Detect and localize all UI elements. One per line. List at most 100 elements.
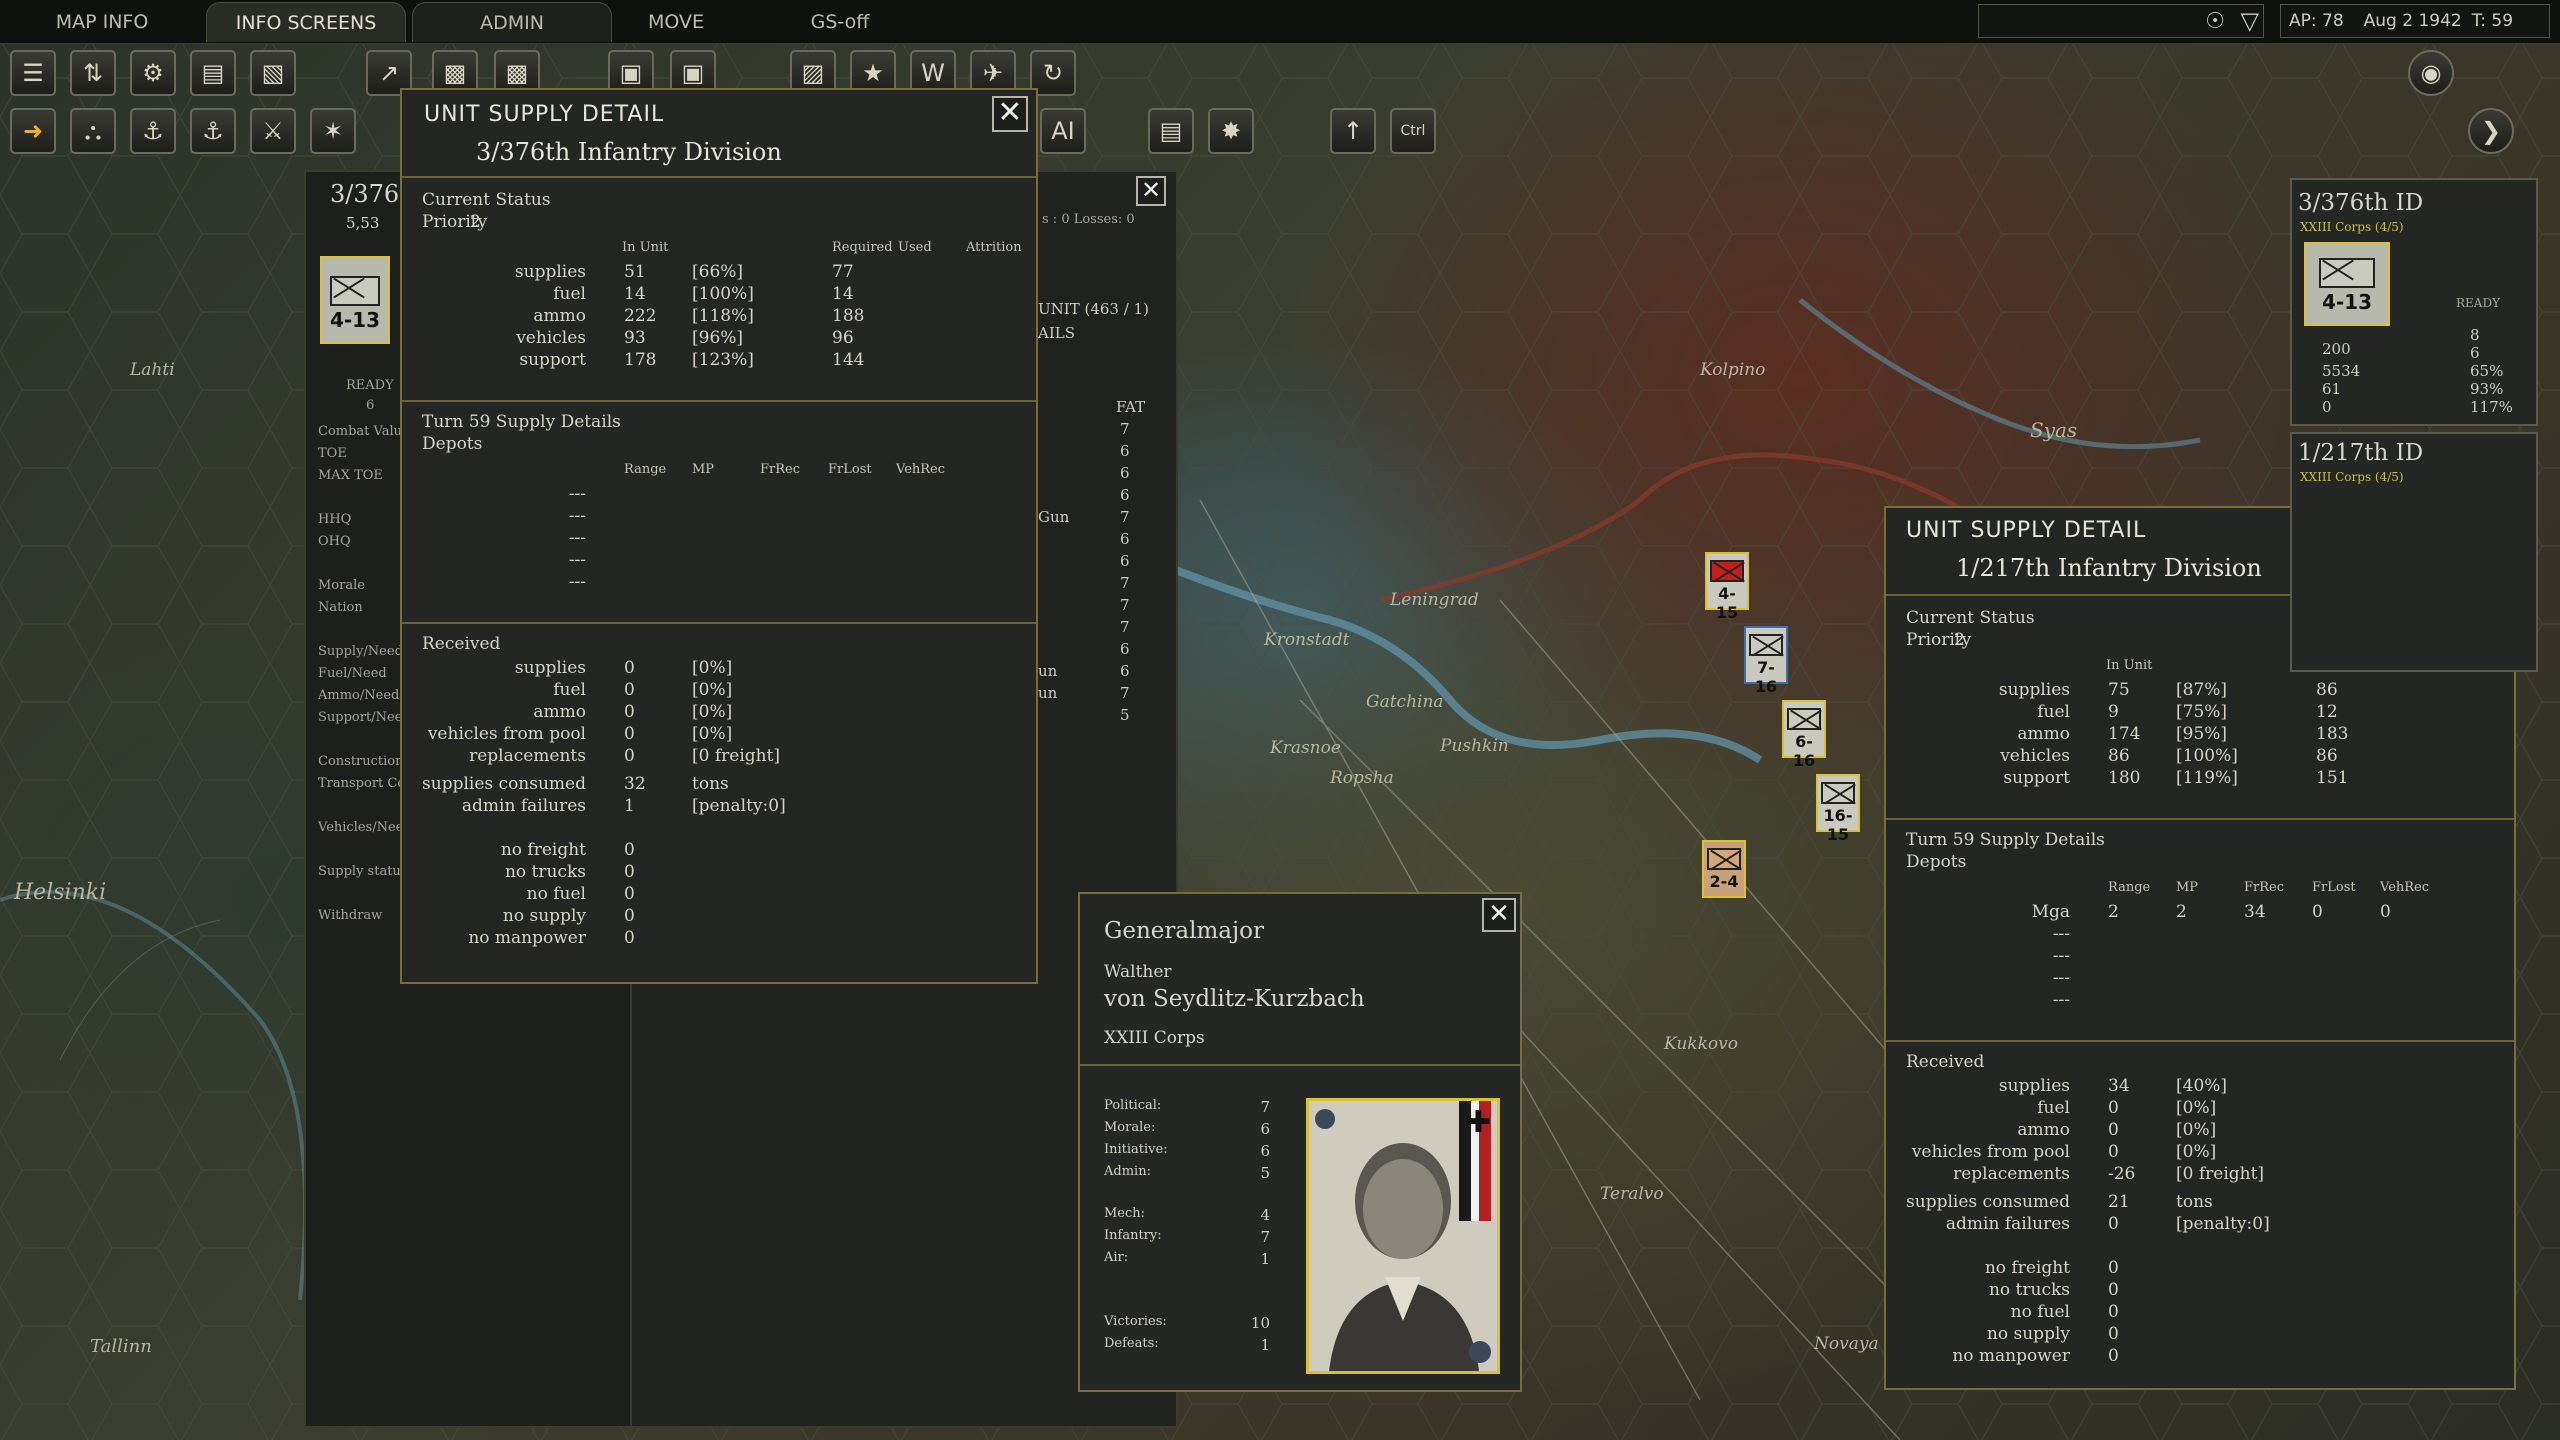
ship-icon[interactable]: ⚓ (190, 108, 236, 154)
unit-counter[interactable]: 4-13 (2304, 242, 2390, 326)
close-icon[interactable]: ✕ (992, 96, 1028, 132)
received-row-value: 0 (624, 658, 635, 678)
list-icon[interactable]: ☰ (10, 50, 56, 96)
priority-value: 2 (1954, 630, 1965, 650)
stat-value: 0 (2322, 398, 2332, 416)
unit-card-name: 1/217th ID (2298, 440, 2424, 466)
leader-stat-value: 4 (1260, 1206, 1270, 1224)
received-row-percent: [0%] (692, 702, 733, 722)
unit-type: Gun (1038, 508, 1070, 526)
admin-failures-value: 1 (624, 796, 635, 816)
tab-gs-off[interactable]: GS-off (760, 2, 920, 42)
search-box[interactable]: ☉ ▽ (1978, 4, 2264, 38)
priority-value: 2 (470, 212, 481, 232)
hq-icon[interactable]: ◉ (2408, 50, 2454, 96)
map-unit-counter[interactable]: 6-16 (1782, 700, 1826, 770)
map-label-kukkovo: Kukkovo (1664, 1034, 1738, 1054)
naval-icon[interactable]: ⚓ (130, 108, 176, 154)
supply-row-label: ammo (533, 306, 586, 326)
leader-portrait: ✚ (1306, 1098, 1500, 1374)
up-arrow-icon[interactable]: ↑ (1330, 108, 1376, 154)
tab-admin[interactable]: ADMIN (412, 2, 612, 42)
received-title: Received (1906, 1052, 1985, 1072)
failure-row-label: no trucks (1988, 1280, 2070, 1300)
ai-icon[interactable]: AI (1040, 108, 1086, 154)
fatigue-value: 7 (1120, 574, 1130, 592)
stat-label: Supply status (318, 864, 408, 879)
leader-stat-label: Air: (1104, 1250, 1129, 1265)
ctrl-key-icon[interactable]: Ctrl (1390, 108, 1436, 154)
rail-icon[interactable]: ⛬ (70, 108, 116, 154)
map-unit-counter[interactable]: 2-4 (1702, 840, 1746, 898)
map-unit-counter[interactable]: 7-16 (1744, 626, 1788, 696)
failure-row-label: no freight (500, 840, 586, 860)
stat-label: Nation (318, 600, 363, 615)
tab-move[interactable]: MOVE (620, 2, 732, 42)
stat-value: 117% (2470, 398, 2513, 416)
leader-stat-value: 1 (1260, 1250, 1270, 1268)
received-row-percent: [40%] (2176, 1076, 2228, 1096)
supply-row-value: 178 (624, 350, 657, 370)
status-box: AP: 78 Aug 2 1942 T: 59 (2280, 4, 2550, 38)
supplies-consumed-unit: tons (692, 774, 729, 794)
supply-row-value: 93 (624, 328, 646, 348)
supply-row-required: 86 (2316, 680, 2338, 700)
attack-icon[interactable]: ⚔ (250, 108, 296, 154)
column-header: Attrition (966, 240, 1022, 255)
column-header: FrRec (760, 462, 800, 477)
map-unit-counter[interactable]: 16-15 (1816, 774, 1860, 844)
supply-row-value: 222 (624, 306, 657, 326)
failure-row-value: 0 (2108, 1324, 2119, 1344)
filter-icon[interactable]: ▽ (2241, 7, 2259, 35)
supply-row-percent: [96%] (692, 328, 744, 348)
leader-stat-label: Morale: (1104, 1120, 1156, 1135)
depot-row: --- (568, 572, 586, 592)
close-icon[interactable]: ✕ (1136, 176, 1166, 206)
close-icon[interactable]: ✕ (1482, 898, 1516, 932)
stat-label: Supply/Need (318, 644, 403, 659)
leader-stat-label: Admin: (1104, 1164, 1151, 1179)
column-header: Range (624, 462, 667, 477)
move-arrow-icon[interactable]: ➜ (10, 108, 56, 154)
received-row-label: vehicles from pool (427, 724, 586, 744)
map-label-leningrad: Leningrad (1390, 590, 1479, 610)
supplies-consumed-label: supplies consumed (1906, 1192, 2070, 1212)
factory-icon[interactable]: ▤ (1148, 108, 1194, 154)
supply-row-percent: [66%] (692, 262, 744, 282)
received-row-label: replacements (1953, 1164, 2070, 1184)
unit-counter[interactable]: 4-13 (320, 256, 390, 344)
leader-stat-value: 5 (1260, 1164, 1270, 1182)
supply-row-label: supplies (1998, 680, 2070, 700)
game-screen: Helsinki Tallinn Lahti Leningrad Kronsta… (0, 0, 2560, 1440)
commander-icon[interactable]: ▧ (250, 50, 296, 96)
depot-row: --- (568, 484, 586, 504)
fatigue-value: 6 (1120, 662, 1130, 680)
depots-label: Depots (1906, 852, 1967, 872)
supply-row-percent: [75%] (2176, 702, 2228, 722)
failure-row-value: 0 (2108, 1302, 2119, 1322)
supplies-consumed-unit: tons (2176, 1192, 2213, 1212)
supply-row-percent: [95%] (2176, 724, 2228, 744)
production-icon[interactable]: ⇅ (70, 50, 116, 96)
next-arrow-icon[interactable]: ❯ (2468, 108, 2514, 154)
artillery-icon[interactable]: ✶ (310, 108, 356, 154)
map-label-kolpino: Kolpino (1700, 360, 1766, 380)
chart-icon[interactable]: ▤ (190, 50, 236, 96)
supply-row-percent: [119%] (2176, 768, 2238, 788)
failure-row-label: no manpower (1952, 1346, 2070, 1366)
fatigue-value: 7 (1120, 508, 1130, 526)
map-unit-counter[interactable]: 4-15 (1705, 552, 1749, 622)
tab-map-info[interactable]: MAP INFO (22, 2, 182, 42)
tab-info-screens[interactable]: INFO SCREENS (206, 2, 406, 42)
gear-icon[interactable]: ⚙ (130, 50, 176, 96)
bomb-icon[interactable]: ✸ (1208, 108, 1254, 154)
globe-icon[interactable]: ☉ (2205, 9, 2225, 34)
column-header: In Unit (2106, 658, 2153, 673)
status-dot-icon (1469, 1341, 1491, 1363)
unit-card-2[interactable]: 1/217th ID XXIII Corps (4/5) (2290, 432, 2538, 672)
depot-row: --- (568, 528, 586, 548)
received-row-label: vehicles from pool (1911, 1142, 2070, 1162)
unit-card-1[interactable]: 3/376th ID XXIII Corps (4/5) 4-13 READY … (2290, 178, 2538, 426)
unit-name: 3/376t (330, 180, 409, 208)
map-label-tallinn: Tallinn (90, 1336, 152, 1357)
